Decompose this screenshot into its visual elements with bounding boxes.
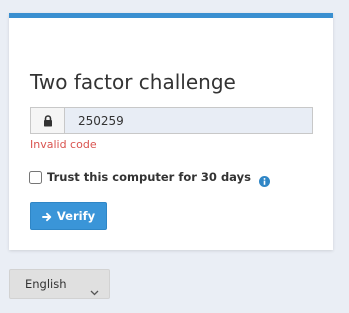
code-input-group	[30, 107, 313, 134]
lock-icon	[30, 107, 64, 134]
trust-checkbox[interactable]	[29, 170, 42, 184]
verify-label: Verify	[56, 209, 96, 223]
language-select[interactable]: English	[9, 269, 110, 299]
verify-button[interactable]: Verify	[30, 202, 107, 230]
page-title: Two factor challenge	[30, 70, 236, 94]
error-message: Invalid code	[30, 138, 97, 151]
trust-label: Trust this computer for 30 days	[47, 170, 251, 184]
card-accent-bar	[9, 13, 333, 18]
trust-computer-option[interactable]: Trust this computer for 30 days	[29, 169, 270, 187]
language-selected-label: English	[25, 277, 67, 291]
code-input[interactable]	[64, 107, 313, 134]
two-factor-card: Two factor challenge Invalid code Trust …	[9, 13, 333, 250]
arrow-right-icon	[41, 211, 52, 222]
chevron-down-icon	[90, 281, 99, 296]
info-icon[interactable]	[258, 172, 270, 187]
